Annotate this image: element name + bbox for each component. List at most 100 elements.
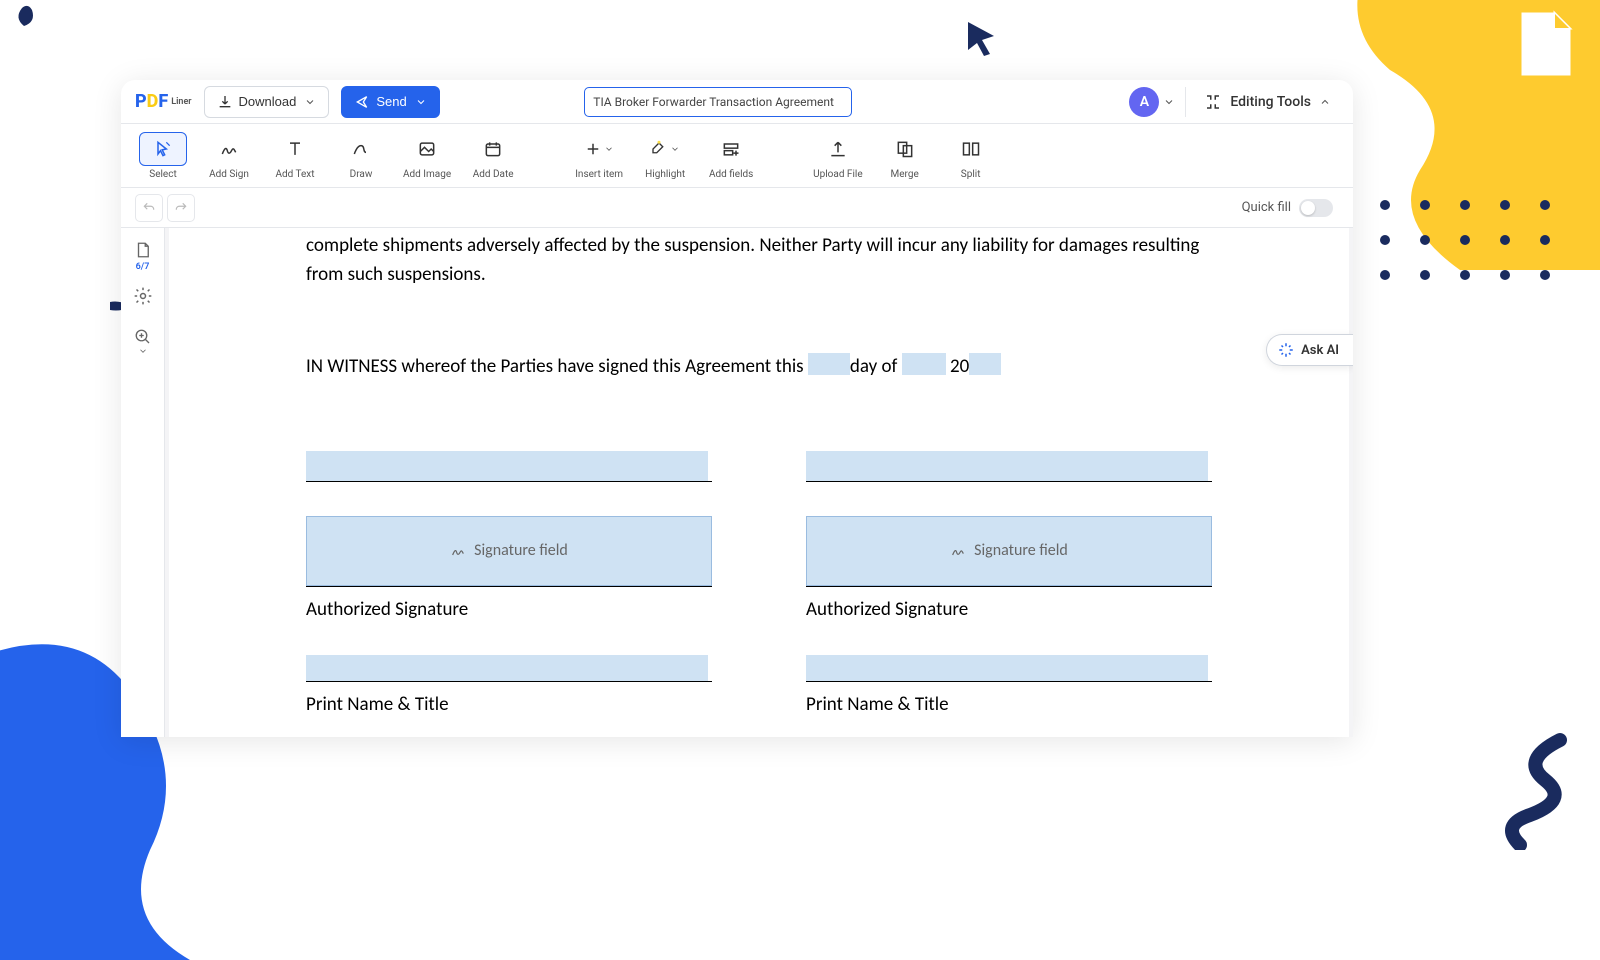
witness-dayof: day of bbox=[850, 355, 902, 378]
logo[interactable]: PDF Liner bbox=[135, 91, 192, 112]
date-icon bbox=[483, 139, 503, 159]
tool-insert-item[interactable]: Insert item bbox=[571, 130, 627, 182]
avatar: A bbox=[1129, 87, 1159, 117]
left-sidebar: 6/7 bbox=[121, 228, 165, 737]
ask-ai-button[interactable]: Ask AI bbox=[1266, 334, 1353, 366]
name-field-wrap bbox=[306, 451, 712, 482]
upload-icon bbox=[828, 139, 848, 159]
day-field[interactable] bbox=[808, 353, 850, 375]
signature-field-label: Signature field bbox=[474, 539, 568, 564]
tool-merge-label: Merge bbox=[891, 169, 919, 180]
document-pane[interactable]: complete shipments adversely affected by… bbox=[165, 228, 1353, 737]
signature-field-right[interactable]: Signature field bbox=[806, 516, 1212, 586]
year-field[interactable] bbox=[969, 353, 1001, 375]
chevron-up-icon bbox=[1319, 96, 1331, 108]
logo-d: D bbox=[147, 91, 159, 112]
tool-add-fields[interactable]: Add fields bbox=[703, 130, 759, 182]
text-icon bbox=[285, 139, 305, 159]
tool-draw-label: Draw bbox=[350, 169, 373, 180]
download-button[interactable]: Download bbox=[204, 86, 330, 118]
authorized-signature-label-left: Authorized Signature bbox=[306, 595, 712, 624]
fields-icon bbox=[721, 139, 741, 159]
editing-tools-label: Editing Tools bbox=[1230, 94, 1311, 110]
split-icon bbox=[961, 139, 981, 159]
tool-add-sign[interactable]: Add Sign bbox=[201, 130, 257, 182]
sidebar-settings[interactable] bbox=[127, 282, 159, 310]
logo-p: P bbox=[135, 91, 147, 112]
page-counter: 6/7 bbox=[136, 262, 150, 272]
authorized-signature-label-right: Authorized Signature bbox=[806, 595, 1212, 624]
tool-select[interactable]: Select bbox=[135, 130, 191, 182]
tool-add-fields-label: Add fields bbox=[709, 169, 753, 180]
sign-icon bbox=[219, 139, 239, 159]
undo-button[interactable] bbox=[135, 194, 163, 222]
signature-field-left[interactable]: Signature field bbox=[306, 516, 712, 586]
zoom-in-icon bbox=[134, 328, 152, 346]
toolbar: Select Add Sign Add Text Draw Add Image … bbox=[121, 124, 1353, 188]
page-icon bbox=[134, 240, 152, 260]
account-menu[interactable]: A bbox=[1129, 87, 1175, 117]
sidebar-pages[interactable]: 6/7 bbox=[127, 236, 159, 276]
filename-input[interactable]: TIA Broker Forwarder Transaction Agreeme… bbox=[584, 87, 852, 117]
tool-add-image[interactable]: Add Image bbox=[399, 130, 455, 182]
tool-split[interactable]: Split bbox=[943, 130, 999, 182]
editing-tools-icon bbox=[1204, 93, 1222, 111]
chevron-down-icon bbox=[670, 144, 680, 154]
bg-paint-strokes bbox=[0, 0, 110, 90]
quick-fill-label: Quick fill bbox=[1242, 200, 1291, 215]
name-field-left[interactable] bbox=[306, 451, 708, 481]
signature-column-left: Signature field Authorized Signature Pri… bbox=[306, 451, 712, 719]
toggle-switch[interactable] bbox=[1299, 199, 1333, 217]
sparkle-icon bbox=[1277, 341, 1295, 359]
signature-column-right: Signature field Authorized Signature Pri… bbox=[806, 451, 1212, 719]
witness-year-prefix: 20 bbox=[946, 355, 970, 378]
tool-add-date-label: Add Date bbox=[473, 169, 514, 180]
filename-text: TIA Broker Forwarder Transaction Agreeme… bbox=[593, 95, 834, 109]
print-name-field-left[interactable] bbox=[306, 655, 708, 681]
tool-add-text[interactable]: Add Text bbox=[267, 130, 323, 182]
tool-insert-item-label: Insert item bbox=[575, 169, 623, 180]
app-window: PDF Liner Download Send TIA Broker Forwa… bbox=[121, 80, 1353, 737]
editing-tools-toggle[interactable]: Editing Tools bbox=[1196, 93, 1339, 111]
download-label: Download bbox=[239, 94, 297, 109]
tool-draw[interactable]: Draw bbox=[333, 130, 389, 182]
chevron-down-icon bbox=[1163, 96, 1175, 108]
name-field-right[interactable] bbox=[806, 451, 1208, 481]
month-field[interactable] bbox=[902, 353, 946, 375]
tool-select-label: Select bbox=[149, 169, 176, 180]
send-button[interactable]: Send bbox=[341, 86, 439, 118]
tool-highlight-label: Highlight bbox=[645, 169, 685, 180]
print-name-field-right[interactable] bbox=[806, 655, 1208, 681]
avatar-letter: A bbox=[1140, 94, 1149, 110]
sig-field-wrap: Signature field bbox=[306, 516, 712, 587]
chevron-down-icon bbox=[138, 346, 148, 356]
quick-fill-toggle[interactable]: Quick fill bbox=[1242, 199, 1339, 217]
send-icon bbox=[354, 94, 370, 110]
tool-add-date[interactable]: Add Date bbox=[465, 130, 521, 182]
bg-cursor-blob bbox=[960, 18, 1000, 58]
topbar: PDF Liner Download Send TIA Broker Forwa… bbox=[121, 80, 1353, 124]
highlight-icon bbox=[650, 140, 668, 158]
tool-highlight[interactable]: Highlight bbox=[637, 130, 693, 182]
tool-split-label: Split bbox=[961, 169, 981, 180]
bg-squiggle bbox=[1490, 730, 1580, 850]
signature-grid: Signature field Authorized Signature Pri… bbox=[306, 451, 1212, 719]
select-icon bbox=[153, 139, 173, 159]
name-field-wrap bbox=[806, 451, 1212, 482]
tool-merge[interactable]: Merge bbox=[877, 130, 933, 182]
print-row-right: Print Name & Title bbox=[806, 655, 1212, 719]
chevron-down-icon bbox=[604, 144, 614, 154]
image-icon bbox=[417, 139, 437, 159]
divider bbox=[1185, 87, 1186, 117]
sig-field-wrap: Signature field bbox=[806, 516, 1212, 587]
draw-icon bbox=[351, 139, 371, 159]
print-name-title-label-left: Print Name & Title bbox=[306, 690, 712, 719]
sign-icon bbox=[950, 543, 966, 559]
logo-f: F bbox=[158, 91, 168, 112]
gear-icon bbox=[133, 286, 153, 306]
tool-upload-file[interactable]: Upload File bbox=[809, 130, 867, 182]
bg-pdf-icon bbox=[1515, 10, 1575, 80]
sidebar-zoom[interactable] bbox=[127, 324, 159, 360]
redo-button[interactable] bbox=[167, 194, 195, 222]
paragraph: complete shipments adversely affected by… bbox=[306, 231, 1212, 290]
